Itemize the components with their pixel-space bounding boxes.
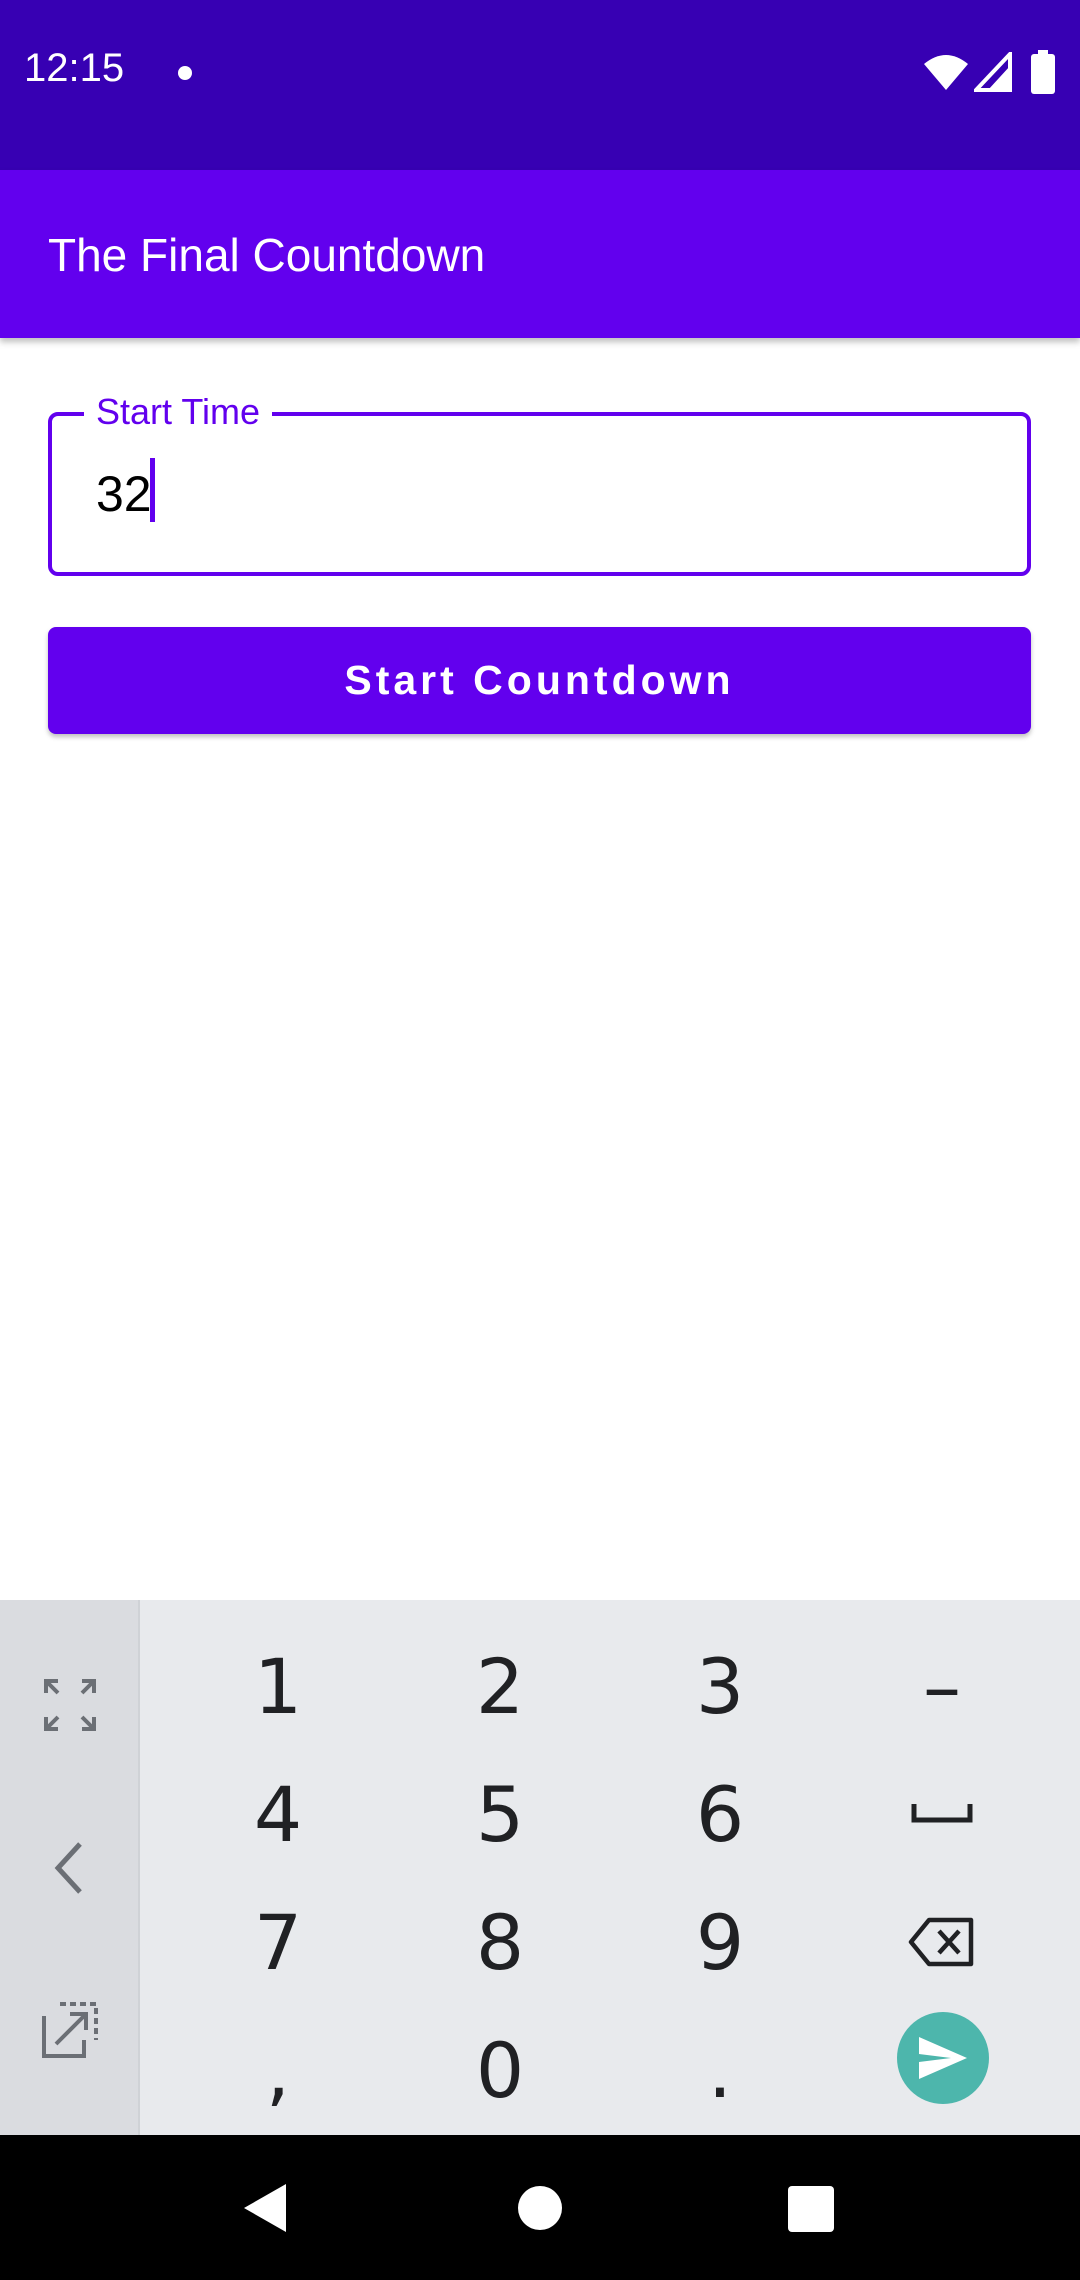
expand-icon[interactable] bbox=[30, 1665, 110, 1745]
status-time: 12:15 bbox=[24, 46, 125, 90]
key-9[interactable]: 9 bbox=[610, 1878, 830, 2006]
key-comma[interactable]: , bbox=[168, 2006, 388, 2134]
signal-icon bbox=[974, 52, 1012, 92]
key-period[interactable]: . bbox=[610, 2006, 830, 2134]
status-bar bbox=[0, 0, 1080, 170]
app-title: The Final Countdown bbox=[48, 229, 486, 281]
text-cursor bbox=[150, 458, 155, 522]
back-icon[interactable] bbox=[242, 2182, 288, 2234]
chevron-left-icon[interactable] bbox=[30, 1828, 110, 1908]
space-icon bbox=[911, 1804, 973, 1823]
float-keyboard-icon[interactable] bbox=[30, 1990, 110, 2070]
key-8[interactable]: 8 bbox=[390, 1878, 610, 2006]
notification-dot-icon bbox=[178, 66, 192, 80]
send-icon bbox=[919, 2037, 967, 2079]
wifi-icon bbox=[924, 55, 968, 90]
backspace-key[interactable] bbox=[832, 1878, 1052, 2006]
battery-icon bbox=[1031, 50, 1055, 94]
home-icon[interactable] bbox=[518, 2186, 562, 2230]
space-key[interactable] bbox=[832, 1750, 1052, 1878]
key-2[interactable]: 2 bbox=[390, 1622, 610, 1750]
key-0[interactable]: 0 bbox=[390, 2006, 610, 2134]
backspace-icon bbox=[908, 1917, 974, 1967]
recents-icon[interactable] bbox=[788, 2186, 834, 2232]
key-5[interactable]: 5 bbox=[390, 1750, 610, 1878]
key-4[interactable]: 4 bbox=[168, 1750, 388, 1878]
key-3[interactable]: 3 bbox=[610, 1622, 830, 1750]
start-time-label: Start Time bbox=[84, 392, 273, 432]
key-dash[interactable]: – bbox=[832, 1622, 1052, 1750]
key-6[interactable]: 6 bbox=[610, 1750, 830, 1878]
start-time-value[interactable]: 32 bbox=[96, 466, 152, 522]
key-1[interactable]: 1 bbox=[168, 1622, 388, 1750]
key-7[interactable]: 7 bbox=[168, 1878, 388, 2006]
start-time-input[interactable] bbox=[48, 412, 1031, 576]
send-button[interactable] bbox=[897, 2012, 989, 2104]
start-countdown-button[interactable]: Start Countdown bbox=[48, 627, 1031, 734]
